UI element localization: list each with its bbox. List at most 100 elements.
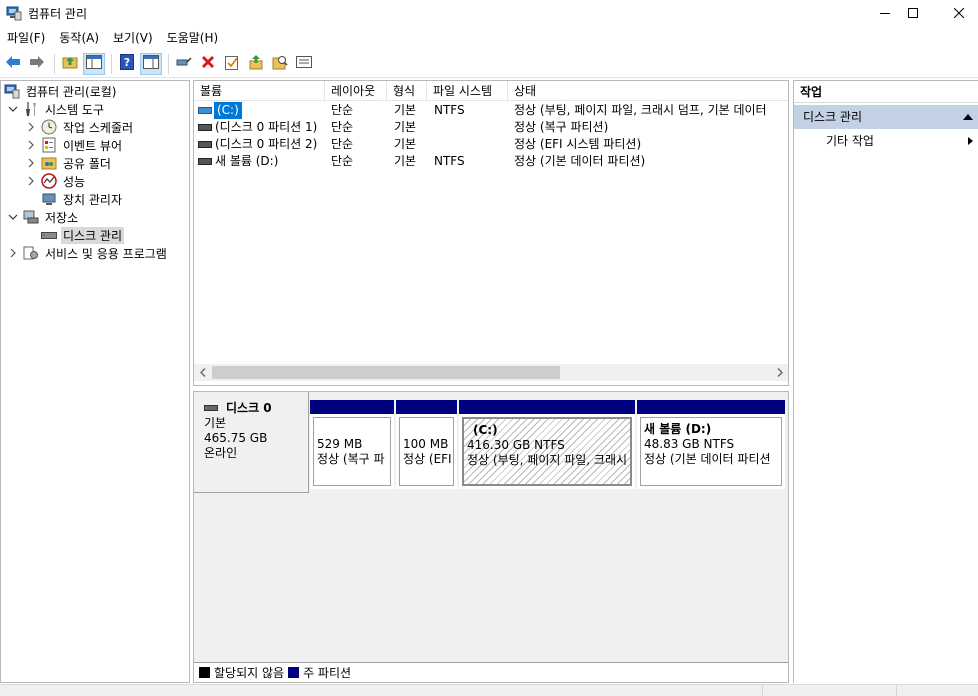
search-button[interactable] (269, 53, 291, 75)
storage-icon (23, 209, 39, 225)
action-more[interactable]: 기타 작업 (794, 131, 978, 151)
search-icon (272, 54, 288, 73)
partition-box: (C:) 416.30 GB NTFS 정상 (부팅, 페이지 파일, 크래시 (462, 417, 632, 486)
forward-button[interactable] (26, 53, 48, 75)
status-bar (0, 684, 978, 696)
tree-item-event-viewer[interactable]: 이벤트 뷰어 (25, 136, 124, 154)
partition-name: (C:) (473, 423, 498, 437)
tree-item-performance[interactable]: 성능 (25, 172, 87, 190)
partition-bar (459, 400, 635, 414)
column-header-status[interactable]: 상태 (508, 81, 788, 101)
volume-list[interactable]: 볼륨 레이아웃 형식 파일 시스템 상태 (C:) 단순 기본 NTFS 정상 … (193, 80, 789, 386)
tree-item-services-apps[interactable]: 서비스 및 응용 프로그램 (7, 244, 169, 262)
chevron-down-icon[interactable] (7, 208, 19, 226)
tree-item-device-manager[interactable]: 장치 관리자 (41, 190, 124, 208)
scroll-left-icon[interactable] (194, 364, 211, 381)
disk-size: 465.75 GB (204, 431, 268, 445)
action-more-label: 기타 작업 (826, 134, 874, 148)
back-button[interactable] (2, 53, 24, 75)
column-header-volume[interactable]: 볼륨 (194, 81, 325, 101)
partition-d[interactable]: 새 볼륨 (D:) 48.83 GB NTFS 정상 (기본 데이터 파티션 (637, 400, 785, 489)
partition-bar (396, 400, 457, 414)
disk-type: 기본 (204, 416, 227, 430)
chevron-down-icon[interactable] (7, 100, 19, 118)
tree-item-storage[interactable]: 저장소 (7, 208, 80, 226)
toolbar: ? (0, 50, 978, 78)
volume-status: 정상 (부팅, 페이지 파일, 크래시 덤프, 기본 데이터 (514, 103, 767, 117)
delete-button[interactable] (197, 53, 219, 75)
partition-name (317, 422, 387, 437)
table-row[interactable]: (C:) 단순 기본 NTFS 정상 (부팅, 페이지 파일, 크래시 덤프, … (194, 102, 788, 119)
partition-c[interactable]: (C:) 416.30 GB NTFS 정상 (부팅, 페이지 파일, 크래시 (459, 400, 635, 489)
up-folder-button[interactable] (59, 53, 81, 75)
check-button[interactable] (221, 53, 243, 75)
list-button[interactable] (293, 53, 315, 75)
tree-item-disk-management[interactable]: 디스크 관리 (41, 226, 125, 244)
menu-file[interactable]: 파일(F) (0, 27, 52, 49)
tools-icon (23, 101, 39, 117)
partition-bar (637, 400, 785, 414)
properties-view-icon (143, 55, 159, 72)
chevron-right-icon[interactable] (25, 154, 37, 172)
disk-graphical-view[interactable]: 디스크 0 기본 465.75 GB 온라인 529 MB 정상 (복구 파 1… (193, 391, 789, 683)
volume-layout: 단순 (331, 103, 354, 117)
clock-icon (41, 119, 57, 135)
device-manager-icon (41, 191, 57, 207)
volume-layout: 단순 (331, 154, 354, 168)
table-row[interactable]: (디스크 0 파티션 2) 단순 기본 정상 (EFI 시스템 파티션) (194, 136, 788, 153)
chevron-right-icon[interactable] (25, 136, 37, 154)
partition-legend: 할당되지 않음 주 파티션 (194, 662, 788, 682)
actions-section-disk-management[interactable]: 디스크 관리 (794, 105, 978, 129)
menu-view[interactable]: 보기(V) (106, 27, 160, 49)
collapse-up-icon[interactable] (963, 114, 973, 120)
horizontal-scrollbar[interactable] (194, 364, 788, 381)
tree-item-root[interactable]: 컴퓨터 관리(로컬) (4, 82, 118, 100)
scroll-right-icon[interactable] (771, 364, 788, 381)
actions-title: 작업 (794, 81, 978, 103)
help-button[interactable]: ? (116, 53, 138, 75)
volume-name: (디스크 0 파티션 2) (215, 137, 318, 151)
maximize-button[interactable] (890, 0, 936, 26)
console-tree[interactable]: 컴퓨터 관리(로컬) 시스템 도구 작업 스케줄러 이벤트 뷰어 공유 폴더 성… (0, 80, 190, 683)
table-row[interactable]: (디스크 0 파티션 1) 단순 기본 정상 (복구 파티션) (194, 119, 788, 136)
column-header-filesystem[interactable]: 파일 시스템 (427, 81, 508, 101)
partition-efi[interactable]: 100 MB 정상 (EFI (396, 400, 457, 489)
show-hide-tree-button[interactable] (83, 52, 105, 75)
volume-status: 정상 (기본 데이터 파티션) (514, 154, 646, 168)
partition-recovery[interactable]: 529 MB 정상 (복구 파 (310, 400, 394, 489)
close-button[interactable] (936, 0, 978, 26)
tree-label: 컴퓨터 관리(로컬) (26, 84, 117, 99)
scrollbar-thumb[interactable] (212, 366, 560, 379)
menu-action[interactable]: 동작(A) (52, 27, 106, 49)
column-header-type[interactable]: 형식 (387, 81, 427, 101)
chevron-right-icon[interactable] (25, 118, 37, 136)
tree-item-task-scheduler[interactable]: 작업 스케줄러 (25, 118, 135, 136)
table-row[interactable]: 새 볼륨 (D:) 단순 기본 NTFS 정상 (기본 데이터 파티션) (194, 153, 788, 170)
volume-name: (디스크 0 파티션 1) (215, 120, 318, 134)
show-action-pane-button[interactable] (140, 52, 162, 75)
chevron-right-icon[interactable] (25, 172, 37, 190)
actions-pane: 작업 디스크 관리 기타 작업 (793, 80, 978, 683)
column-header-layout[interactable]: 레이아웃 (325, 81, 387, 101)
title-bar: 컴퓨터 관리 (0, 0, 978, 26)
services-icon (23, 245, 39, 261)
export-button[interactable] (245, 53, 267, 75)
legend-unallocated-label: 할당되지 않음 (214, 666, 285, 680)
status-segment (896, 685, 978, 696)
volume-icon (198, 158, 212, 165)
menu-help[interactable]: 도움말(H) (160, 27, 226, 49)
tree-item-system-tools[interactable]: 시스템 도구 (7, 100, 106, 118)
disk-state: 온라인 (204, 446, 238, 460)
disk-name-row: 디스크 0 (204, 401, 308, 416)
computer-management-icon (6, 5, 22, 21)
toolbar-separator (168, 53, 169, 74)
volume-filesystem: NTFS (434, 154, 465, 168)
tree-item-shared-folders[interactable]: 공유 폴더 (25, 154, 113, 172)
connect-button[interactable] (173, 53, 195, 75)
partition-box: 529 MB 정상 (복구 파 (313, 417, 391, 486)
partition-bar (310, 400, 394, 414)
chevron-right-icon[interactable] (7, 244, 19, 262)
disk-info[interactable]: 디스크 0 기본 465.75 GB 온라인 (194, 392, 309, 493)
volume-name: 새 볼륨 (D:) (215, 154, 279, 168)
list-icon (296, 56, 312, 71)
